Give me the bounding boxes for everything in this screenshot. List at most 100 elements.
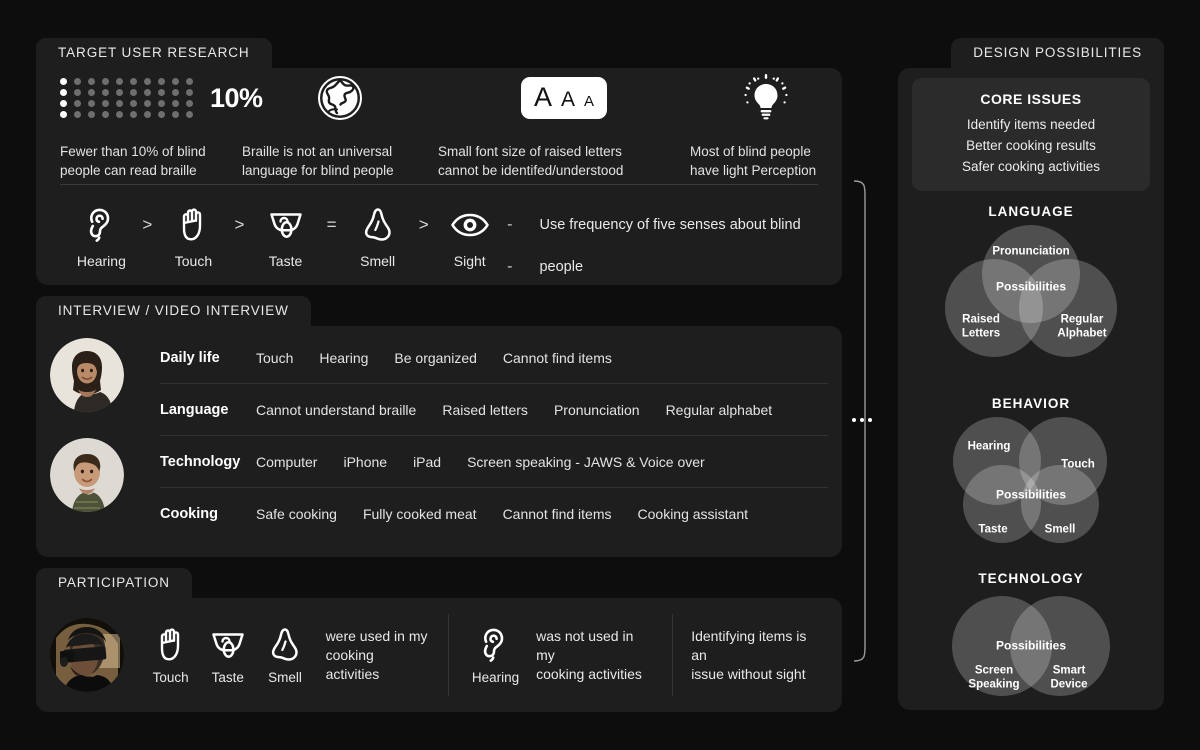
sense-sight: Sight <box>438 204 501 269</box>
fact-light-perception: Most of blind people have light Percepti… <box>690 68 842 180</box>
row-tag: Cannot find items <box>502 349 612 366</box>
row-tag: Fully cooked meat <box>362 506 477 522</box>
operator-eq: = <box>326 215 337 234</box>
panel-target-user-research: 10% Fewer than 10% of blind people can r… <box>36 68 842 285</box>
sense-label: Hearing <box>471 670 520 685</box>
sense-label: Touch <box>174 253 213 269</box>
fact-text: Braille is not an universal language for… <box>242 144 394 178</box>
venn-circle-regular-alphabet <box>1019 259 1117 357</box>
row-tag: Computer <box>256 453 318 470</box>
globe-icon <box>242 68 438 128</box>
sense-label: Taste <box>211 670 244 685</box>
row-tag: Regular alphabet <box>665 401 773 418</box>
font-size-icon: A A A <box>438 68 690 128</box>
tab-target-user-research[interactable]: TARGET USER RESEARCH <box>36 38 272 68</box>
operator-gt-2: > <box>234 215 245 234</box>
senses-note: Use frequency of five senses about blind… <box>539 217 801 275</box>
tab-interview[interactable]: INTERVIEW / VIDEO INTERVIEW <box>36 296 311 326</box>
nose-icon <box>346 204 409 246</box>
core-issue-item: Identify items needed <box>966 117 1096 132</box>
venn-diagram-technology: Possibilities Screen Speaking Smart Devi… <box>941 592 1121 700</box>
participation-body: Touch Taste Smell were used in my cooking… <box>50 606 842 704</box>
row-tag: Raised letters <box>442 401 528 418</box>
font-size-letter-medium: A <box>560 88 575 111</box>
operator-gt-3: > <box>418 215 429 234</box>
interview-avatars <box>50 338 124 538</box>
row-category: Technology <box>160 453 241 470</box>
venn-label-regular-alphabet: Regular Alphabet <box>1057 313 1107 340</box>
venn-label-taste: Taste <box>978 523 1008 536</box>
venn-label-pronunciation: Pronunciation <box>992 245 1070 258</box>
research-divider <box>60 184 818 185</box>
row-tag: Screen speaking - JAWS & Voice over <box>467 453 705 470</box>
venn-label-center: Possibilities <box>995 487 1067 502</box>
row-tag: Hearing <box>319 349 369 366</box>
row-tag: Cooking assistant <box>637 506 749 522</box>
venn-section-behavior: BEHAVIOR Hearing Touch Possibilities Tas… <box>898 396 1164 547</box>
braille-dot-grid-icon: 10% <box>60 68 263 128</box>
research-facts-row: 10% Fewer than 10% of blind people can r… <box>36 68 842 184</box>
operator-gt-1: > <box>142 215 153 234</box>
interview-rows: Daily life Touch Hearing Be organized Cannot… <box>160 332 828 540</box>
row-tag: Cannot find items <box>502 506 612 522</box>
row-tag: Cannot understand braille <box>256 401 417 418</box>
sense-taste: Taste <box>254 204 317 269</box>
row-tag: iPad <box>413 453 442 470</box>
lightbulb-icon <box>690 68 842 128</box>
tab-participation[interactable]: PARTICIPATION <box>36 568 192 598</box>
venn-label-raised-letters: Raised Letters <box>961 313 1001 340</box>
venn-diagram-language: Pronunciation Possibilities Raised Lette… <box>941 225 1121 357</box>
font-size-letter-large: A <box>533 82 552 112</box>
avatar-blindfolded-participant <box>50 618 124 692</box>
table-row: Cooking Safe cooking Fully cooked meat Cann… <box>160 488 828 540</box>
row-category: Cooking <box>160 506 218 522</box>
participation-sense-taste: Taste <box>199 625 256 685</box>
row-tags: Safe cooking Fully cooked meat Cannot find… <box>256 506 748 522</box>
tongue-icon <box>199 625 256 665</box>
venn-title: LANGUAGE <box>988 204 1074 219</box>
panel-interview: Daily life Touch Hearing Be organized Cannot… <box>36 326 842 557</box>
nose-icon <box>256 625 313 665</box>
participation-text: Identifying items is an issue without si… <box>691 627 807 682</box>
row-tags: Cannot understand braille Raised letters P… <box>256 402 772 418</box>
venn-label-touch: Touch <box>1061 458 1095 471</box>
venn-label-hearing: Hearing <box>967 440 1011 453</box>
table-row: Technology Computer iPhone iPad Screen speak… <box>160 436 828 488</box>
core-issues-card: CORE ISSUES Identify items needed Better … <box>912 78 1150 191</box>
core-issue-item: Better cooking results <box>966 138 1096 153</box>
hand-icon <box>162 204 225 246</box>
participation-text: was not used in my cooking activities <box>536 627 642 682</box>
avatar-interviewee-woman <box>50 338 124 412</box>
participation-groups: Touch Taste Smell were used in my cooking… <box>124 614 842 696</box>
font-size-letter-small: A <box>584 93 595 110</box>
participation-group-2: Hearing was not used in my cooking activi… <box>447 614 672 696</box>
participation-group-1: Touch Taste Smell were used in my cooking… <box>124 614 448 696</box>
venn-label-screen-speaking: Screen Speaking <box>968 664 1020 691</box>
infographic-canvas: TARGET USER RESEARCH 10% Fewer than 10% … <box>0 0 1200 750</box>
sense-smell: Smell <box>346 204 409 269</box>
fact-text: Most of blind people have light Percepti… <box>690 144 817 178</box>
ear-icon <box>467 625 524 665</box>
fact-braille-literacy: 10% Fewer than 10% of blind people can r… <box>60 68 263 180</box>
panel-participation: Touch Taste Smell were used in my cooking… <box>36 598 842 712</box>
senses-ranking-row: Hearing > Touch > Taste = Smell > Sight … <box>70 204 842 288</box>
core-issues-list: Identify items needed Better cooking resu… <box>912 114 1150 177</box>
sense-label: Smell <box>268 670 302 685</box>
tab-design-possibilities[interactable]: DESIGN POSSIBILITIES <box>951 38 1164 68</box>
table-row: Daily life Touch Hearing Be organized Cannot… <box>160 332 828 384</box>
row-tags: Computer iPhone iPad Screen speaking - JAWS… <box>256 454 705 470</box>
hand-icon <box>142 625 199 665</box>
venn-section-technology: TECHNOLOGY Possibilities Screen Speaking… <box>898 571 1164 700</box>
sense-hearing: Hearing <box>70 204 133 269</box>
fact-text: Small font size of raised letters cannot… <box>438 144 624 178</box>
row-category: Language <box>160 401 229 418</box>
venn-label-center: Possibilities <box>995 638 1067 653</box>
venn-label-center: Possibilities <box>995 279 1067 294</box>
row-tag: Pronunciation <box>553 401 640 418</box>
participation-text: were used in my cooking activities <box>325 627 428 682</box>
sense-label: Taste <box>268 253 303 269</box>
venn-label-smart-device: Smart Device <box>1050 664 1088 691</box>
sense-touch: Touch <box>162 204 225 269</box>
avatar-interviewee-man <box>50 438 124 512</box>
venn-label-smell: Smell <box>1044 523 1076 536</box>
